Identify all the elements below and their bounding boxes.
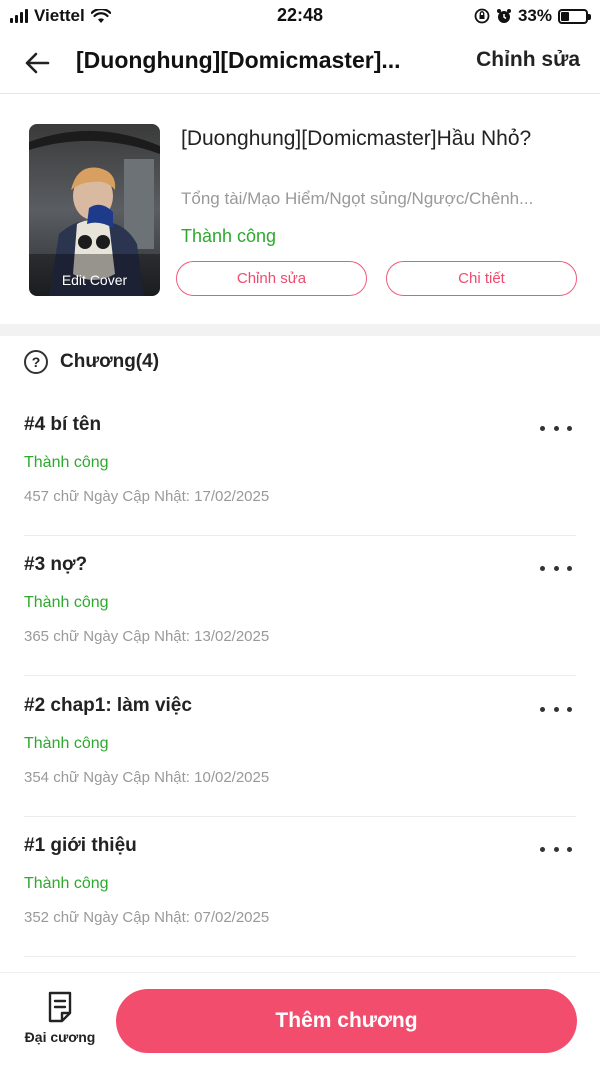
chapter-item[interactable]: #2 chap1: làm việc Thành công 354 chữ Ng…	[24, 677, 576, 817]
book-status: Thành công	[181, 226, 277, 246]
book-detail-button[interactable]: Chi tiết	[386, 261, 577, 296]
edit-cover-label: Edit Cover	[61, 272, 128, 288]
chapter-title: #2 chap1: làm việc	[24, 695, 192, 716]
more-options-icon[interactable]	[536, 556, 576, 580]
book-title: [Duonghung][Domicmaster]Hầu Nhỏ?	[181, 127, 532, 150]
status-icons: 33%	[474, 6, 591, 26]
chapter-status: Thành công	[24, 594, 109, 611]
nav-header: [Duonghung][Domicmaster]... Chỉnh sửa	[0, 32, 600, 94]
chapter-title: #3 nợ?	[24, 554, 88, 575]
chapter-title: #1 giới thiệu	[24, 835, 137, 856]
battery-level	[561, 11, 569, 21]
chapter-status: Thành công	[24, 454, 109, 471]
chapter-item[interactable]: #4 bí tên Thành công 457 chữ Ngày Cập Nh…	[24, 396, 576, 536]
book-genres: Tổng tài/Mạo Hiểm/Ngọt sủng/Ngược/Chênh.…	[181, 189, 534, 208]
chapter-meta: 365 chữ Ngày Cập Nhật: 13/02/2025	[24, 628, 270, 645]
battery-percent: 33%	[517, 6, 552, 25]
outline-label: Đại cương	[24, 1029, 96, 1045]
more-options-icon[interactable]	[536, 697, 576, 721]
edit-button[interactable]: Chỉnh sửa	[476, 48, 580, 72]
chapters-header: ? Chương(4)	[24, 350, 159, 374]
alarm-icon	[496, 9, 511, 23]
book-info: Edit Cover [Duonghung][Domicmaster]Hầu N…	[0, 95, 600, 325]
chapter-status: Thành công	[24, 875, 109, 892]
add-chapter-button[interactable]: Thêm chương	[116, 989, 577, 1053]
chapter-status: Thành công	[24, 735, 109, 752]
chapters-count-label: Chương(4)	[60, 351, 160, 372]
chapter-meta: 352 chữ Ngày Cập Nhật: 07/02/2025	[24, 909, 270, 926]
more-options-icon[interactable]	[536, 416, 576, 440]
cover-image	[29, 124, 160, 296]
back-button[interactable]	[20, 46, 54, 80]
book-cover[interactable]: Edit Cover	[29, 124, 160, 296]
more-options-icon[interactable]	[536, 837, 576, 861]
document-icon	[48, 991, 72, 1023]
edit-book-button[interactable]: Chỉnh sửa	[176, 261, 367, 296]
chapter-meta: 354 chữ Ngày Cập Nhật: 10/02/2025	[24, 769, 270, 786]
outline-button[interactable]: Đại cương	[20, 991, 100, 1051]
page-title: [Duonghung][Domicmaster]...	[76, 47, 401, 73]
chapter-item[interactable]: #1 giới thiệu Thành công 352 chữ Ngày Cậ…	[24, 817, 576, 957]
section-divider	[0, 324, 600, 336]
chapter-meta: 457 chữ Ngày Cập Nhật: 17/02/2025	[24, 488, 270, 505]
status-bar: Viettel 22:48 33%	[0, 0, 600, 32]
chapter-item[interactable]: #3 nợ? Thành công 365 chữ Ngày Cập Nhật:…	[24, 536, 576, 676]
battery-icon	[558, 8, 591, 24]
lock-rotation-icon	[474, 8, 490, 24]
bottom-bar: Đại cương Thêm chương	[0, 972, 600, 1067]
arrow-left-icon	[25, 52, 50, 74]
question-icon[interactable]: ?	[24, 350, 48, 374]
chapter-title: #4 bí tên	[24, 414, 102, 435]
